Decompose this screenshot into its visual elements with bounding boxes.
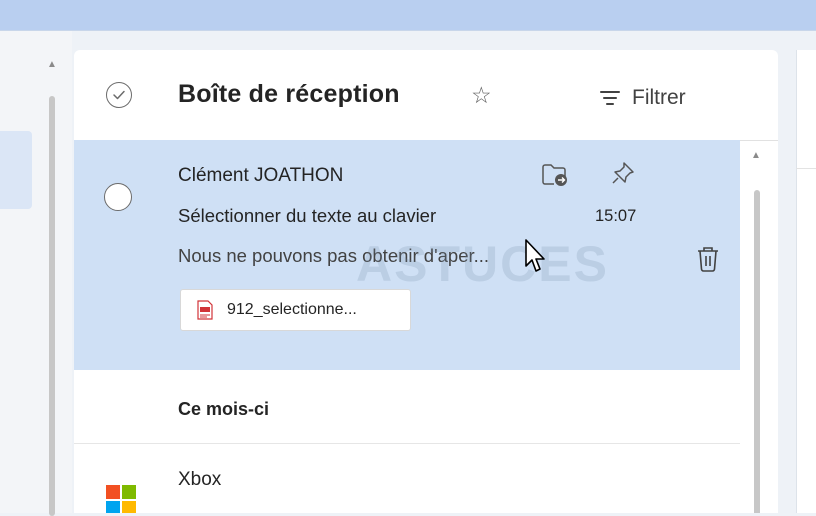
watermark-text: ASTUCES (356, 236, 609, 292)
reading-pane-edge (796, 50, 816, 513)
move-to-folder-icon[interactable] (541, 162, 569, 188)
message-list-header: Boîte de réception ☆ Filtrer (74, 50, 778, 141)
divider (74, 443, 740, 444)
favorite-star-icon[interactable]: ☆ (471, 82, 492, 109)
pdf-icon (197, 300, 213, 320)
folder-pane (0, 31, 72, 513)
attachment-name: 912_selectionne... (227, 301, 357, 318)
checkmark-icon (113, 90, 125, 100)
filter-icon (600, 91, 620, 105)
select-all-checkbox[interactable] (106, 82, 132, 108)
message-subject: Sélectionner du texte au clavier (178, 205, 437, 226)
message-sender: Clément JOATHON (178, 165, 344, 186)
scroll-up-arrow-icon[interactable]: ▲ (751, 150, 761, 161)
scroll-up-arrow-icon[interactable]: ▲ (46, 58, 58, 72)
attachment-chip[interactable]: 912_selectionne... (180, 289, 411, 331)
filter-label: Filtrer (632, 86, 686, 109)
pin-icon[interactable] (610, 160, 636, 186)
window-top-bar (0, 0, 816, 31)
scrollbar-thumb[interactable] (754, 190, 760, 513)
folder-pane-selected-item[interactable] (0, 131, 32, 209)
page-title: Boîte de réception (178, 80, 400, 108)
delete-trash-icon[interactable] (696, 245, 720, 273)
scrollbar-thumb[interactable] (49, 96, 55, 516)
filter-button[interactable]: Filtrer (600, 86, 686, 110)
message-list-scrollbar[interactable]: ▲ (750, 150, 764, 513)
folder-pane-scrollbar[interactable]: ▲ (46, 58, 58, 516)
microsoft-logo-icon (106, 485, 136, 513)
mouse-cursor-icon (525, 239, 545, 272)
message-list-panel: Boîte de réception ☆ Filtrer Clément JOA… (74, 50, 778, 513)
message-sender[interactable]: Xbox (178, 469, 221, 491)
group-header: Ce mois-ci (178, 399, 270, 419)
divider (796, 168, 816, 169)
message-select-checkbox[interactable] (104, 183, 132, 211)
selected-message-item[interactable]: Clément JOATHON Sélectionner du texte au… (74, 140, 740, 370)
message-time: 15:07 (595, 207, 637, 225)
